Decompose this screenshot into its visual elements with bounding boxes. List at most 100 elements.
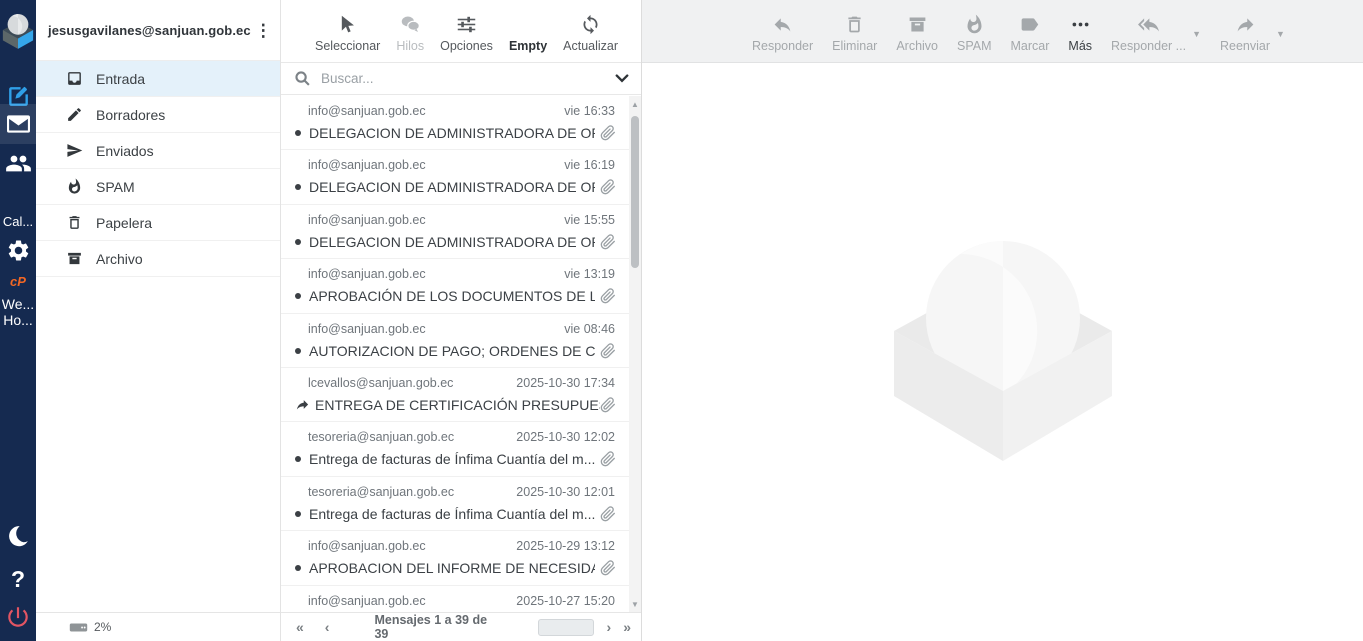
cpanel-logo[interactable]: cP — [0, 274, 36, 289]
message-date: 2025-10-27 15:20 — [516, 594, 615, 608]
pagination-label: Mensajes 1 a 39 de 39 — [374, 613, 494, 641]
folder-item-archivo[interactable]: Archivo — [36, 241, 280, 277]
threads-button[interactable]: Hilos — [396, 14, 424, 53]
folder-label: Papelera — [96, 215, 152, 231]
message-list-item[interactable]: tesoreria@sanjuan.gob.ec 2025-10-30 12:0… — [281, 422, 641, 476]
contacts-icon[interactable] — [0, 150, 36, 177]
trash-icon — [66, 214, 83, 231]
message-list-item[interactable]: info@sanjuan.gob.ec vie 16:33 DELEGACION… — [281, 96, 641, 150]
folder-label: Borradores — [96, 107, 165, 123]
sliders-icon — [456, 14, 477, 35]
message-list-item[interactable]: info@sanjuan.gob.ec 2025-10-29 13:12 APR… — [281, 531, 641, 585]
page-number-input[interactable] — [538, 619, 594, 636]
message-list-item[interactable]: tesoreria@sanjuan.gob.ec 2025-10-30 12:0… — [281, 477, 641, 531]
forward-label: Reenviar — [1220, 39, 1270, 53]
message-subject: APROBACIÓN DE LOS DOCUMENTOS DE LA... — [309, 288, 595, 304]
archive-button[interactable]: Archivo — [896, 14, 938, 53]
dark-mode-moon-icon[interactable] — [0, 524, 36, 548]
forward-caret-icon[interactable]: ▼ — [1276, 29, 1285, 39]
options-button[interactable]: Opciones — [440, 14, 493, 53]
message-sender: lcevallos@sanjuan.gob.ec — [308, 376, 453, 390]
roundcube-logo — [0, 8, 36, 52]
last-page-button[interactable]: » — [623, 620, 631, 634]
message-subject: APROBACION DEL INFORME DE NECESIDA... — [309, 560, 595, 576]
folder-item-enviados[interactable]: Enviados — [36, 133, 280, 169]
prev-page-button[interactable]: ‹ — [325, 620, 330, 634]
tag-icon — [1019, 14, 1040, 35]
webmail-home-label-1: We... — [2, 296, 34, 312]
message-list: info@sanjuan.gob.ec vie 16:33 DELEGACION… — [281, 96, 641, 612]
unread-dot-icon — [295, 456, 301, 462]
archive-icon — [66, 250, 83, 267]
reply-list-button[interactable]: Responder ... — [1111, 14, 1186, 53]
folder-item-papelera[interactable]: Papelera — [36, 205, 280, 241]
account-bar: jesusgavilanes@sanjuan.gob.ec ⋮ — [36, 0, 280, 61]
message-date: 2025-10-30 17:34 — [516, 376, 615, 390]
reply-button[interactable]: Responder — [752, 14, 813, 53]
settings-gear-icon[interactable] — [0, 238, 36, 263]
help-icon[interactable]: ? — [0, 566, 36, 593]
message-sender: info@sanjuan.gob.ec — [308, 594, 426, 608]
forwarded-arrow-icon — [295, 397, 310, 412]
unread-dot-icon — [295, 348, 301, 354]
message-subject: DELEGACION DE ADMINISTRADORA DE OR... — [309, 179, 595, 195]
inbox-icon — [66, 70, 83, 87]
reply-list-caret-icon[interactable]: ▼ — [1192, 29, 1201, 39]
webmail-home-label-2: Ho... — [3, 312, 33, 328]
attachment-paperclip-icon — [600, 343, 616, 359]
empty-label: Empty — [509, 39, 547, 53]
quota-percent: 2% — [94, 620, 111, 634]
list-scrollbar[interactable]: ▲ ▼ — [629, 96, 641, 612]
mail-nav-icon[interactable] — [0, 104, 36, 144]
search-bar[interactable]: Buscar... — [281, 63, 641, 95]
refresh-button[interactable]: Actualizar — [563, 14, 618, 53]
search-placeholder: Buscar... — [321, 71, 605, 86]
message-list-item[interactable]: info@sanjuan.gob.ec vie 16:19 DELEGACION… — [281, 150, 641, 204]
refresh-label: Actualizar — [563, 39, 618, 53]
message-date: vie 08:46 — [564, 322, 615, 336]
scroll-up-arrow-icon[interactable]: ▲ — [629, 98, 641, 110]
message-subject: DELEGACION DE ADMINISTRADORA DE OR... — [309, 125, 595, 141]
logout-power-icon[interactable] — [0, 604, 36, 630]
delete-button[interactable]: Eliminar — [832, 14, 877, 53]
threads-chat-icon — [400, 14, 421, 35]
message-list-item[interactable]: info@sanjuan.gob.ec 2025-10-27 15:20 — [281, 586, 641, 612]
message-list-item[interactable]: info@sanjuan.gob.ec vie 13:19 APROBACIÓN… — [281, 259, 641, 313]
message-subject: DELEGACION DE ADMINISTRADORA DE OR... — [309, 234, 595, 250]
message-list-item[interactable]: info@sanjuan.gob.ec vie 08:46 AUTORIZACI… — [281, 314, 641, 368]
folder-label: Archivo — [96, 251, 143, 267]
folder-item-entrada[interactable]: Entrada — [36, 61, 280, 97]
spam-button[interactable]: SPAM — [957, 14, 992, 53]
search-options-chevron-down-icon[interactable] — [615, 74, 629, 83]
message-sender: tesoreria@sanjuan.gob.ec — [308, 485, 454, 499]
first-page-button[interactable]: « — [296, 620, 304, 634]
unread-dot-icon — [295, 184, 301, 190]
forward-button[interactable]: Reenviar — [1220, 14, 1270, 53]
message-list-item[interactable]: lcevallos@sanjuan.gob.ec 2025-10-30 17:3… — [281, 368, 641, 422]
scroll-down-arrow-icon[interactable]: ▼ — [629, 598, 641, 610]
empty-button[interactable]: Empty — [509, 39, 547, 53]
folder-label: SPAM — [96, 179, 135, 195]
scrollbar-thumb[interactable] — [631, 116, 639, 268]
unread-dot-icon — [295, 511, 301, 517]
message-sender: info@sanjuan.gob.ec — [308, 322, 426, 336]
mark-label: Marcar — [1011, 39, 1050, 53]
message-toolbar: Responder Eliminar Archivo SPAM Marcar M… — [642, 0, 1363, 63]
folder-item-borradores[interactable]: Borradores — [36, 97, 280, 133]
message-date: vie 16:33 — [564, 104, 615, 118]
paper-plane-icon — [66, 142, 83, 159]
disk-drive-icon — [69, 621, 88, 634]
mark-button[interactable]: Marcar — [1011, 14, 1050, 53]
more-button[interactable]: Más — [1068, 14, 1092, 53]
webmail-home-nav-item[interactable]: We... Ho... — [0, 296, 36, 328]
attachment-paperclip-icon — [600, 451, 616, 467]
reply-icon — [772, 14, 793, 35]
calendar-nav-item[interactable]: Cal... — [0, 214, 36, 230]
next-page-button[interactable]: › — [607, 620, 612, 634]
folder-item-spam[interactable]: SPAM — [36, 169, 280, 205]
message-list-item[interactable]: info@sanjuan.gob.ec vie 15:55 DELEGACION… — [281, 205, 641, 259]
account-options-dots-icon[interactable]: ⋮ — [251, 22, 276, 39]
select-button[interactable]: Seleccionar — [315, 14, 380, 53]
message-subject: AUTORIZACION DE PAGO; ORDENES DE CO... — [309, 343, 595, 359]
pointer-icon — [337, 14, 358, 35]
